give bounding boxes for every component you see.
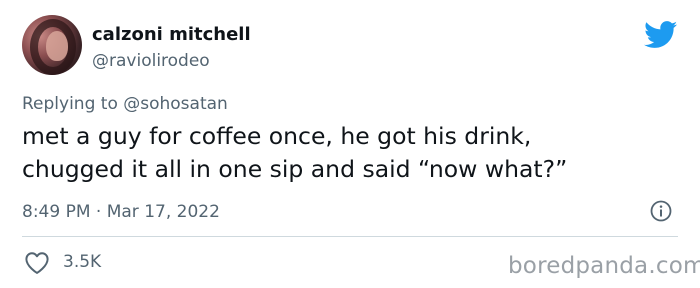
watermark: boredpanda.com <box>508 253 700 279</box>
author-handle[interactable]: @raviolirodeo <box>92 51 210 71</box>
twitter-bird-icon[interactable] <box>644 21 678 49</box>
timestamp-separator: · <box>95 202 102 222</box>
tweet-text-line: met a guy for coffee once, he got his dr… <box>22 122 532 150</box>
tweet-text-line: chugged it all in one sip and said “now … <box>22 155 568 183</box>
avatar-face <box>46 31 68 61</box>
info-icon[interactable] <box>649 199 673 223</box>
replying-to: Replying to @sohosatan <box>22 94 228 114</box>
replying-to-label: Replying to <box>22 94 118 114</box>
tweet-text: met a guy for coffee once, he got his dr… <box>22 120 662 186</box>
heart-icon[interactable] <box>24 251 50 275</box>
tweet-timestamp[interactable]: 8:49 PM · Mar 17, 2022 <box>22 202 220 222</box>
divider <box>22 236 678 237</box>
tweet-card: calzoni mitchell @raviolirodeo Replying … <box>0 0 700 288</box>
tweet-time: 8:49 PM <box>22 202 91 222</box>
like-count: 3.5K <box>63 252 102 272</box>
avatar[interactable] <box>22 15 82 75</box>
author-display-name[interactable]: calzoni mitchell <box>92 24 251 45</box>
reply-target-link[interactable]: @sohosatan <box>123 94 228 114</box>
tweet-date: Mar 17, 2022 <box>106 202 220 222</box>
